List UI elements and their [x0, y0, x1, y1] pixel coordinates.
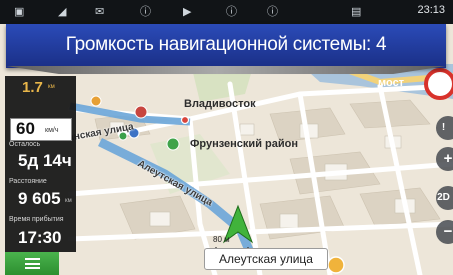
distance-label: Расстояние	[9, 178, 47, 185]
menu-icon	[25, 258, 40, 269]
warning-button[interactable]: !	[436, 116, 453, 140]
next-maneuver-distance: 1.7	[22, 79, 43, 96]
bridge-label: мост	[378, 77, 405, 89]
image-icon: ▤	[351, 6, 362, 18]
mail-icon: ✉	[95, 6, 105, 18]
zoom-in-button[interactable]: +	[436, 147, 453, 171]
arrival-value: 17:30	[18, 228, 62, 247]
volume-banner: Громкость навигационной системы: 4	[6, 24, 446, 68]
remaining-value: 5д 14ч	[18, 151, 72, 170]
info-icon: ⓘ	[140, 6, 151, 18]
view-mode-button[interactable]: 2D	[436, 186, 453, 210]
distance-value: 9 605	[18, 189, 61, 208]
speed-unit: км/ч	[45, 127, 59, 134]
remaining-label: Осталось	[9, 141, 41, 148]
menu-button[interactable]	[5, 252, 59, 275]
distance-unit: км	[65, 198, 72, 204]
navigator-screen: ▣ ◢ ✉ ⓘ ▶ ⓘ ⓘ ▤ 23:13 мост Владивосток Ф…	[0, 0, 453, 275]
next-maneuver-unit: км	[48, 84, 55, 90]
status-bar: ▣ ◢ ✉ ⓘ ▶ ⓘ ⓘ ▤ 23:13	[0, 0, 453, 24]
status-time: 23:13	[417, 4, 445, 16]
info-icon: ⓘ	[226, 6, 237, 18]
city-label: Владивосток	[184, 98, 256, 110]
signal-icon: ◢	[58, 6, 67, 18]
info-icon: ⓘ	[267, 6, 278, 18]
map-scale: 80 м	[213, 235, 230, 244]
banner-bottom	[6, 66, 446, 74]
district-label: Фрунзенский район	[190, 138, 298, 150]
zoom-out-button[interactable]: −	[436, 220, 453, 244]
play-store-icon: ▶	[183, 6, 192, 18]
current-street: Алеутская улица	[204, 248, 328, 270]
photo-icon: ▣	[14, 6, 25, 18]
arrival-label: Время прибытия	[9, 216, 64, 223]
speed-value: 60	[16, 119, 35, 138]
